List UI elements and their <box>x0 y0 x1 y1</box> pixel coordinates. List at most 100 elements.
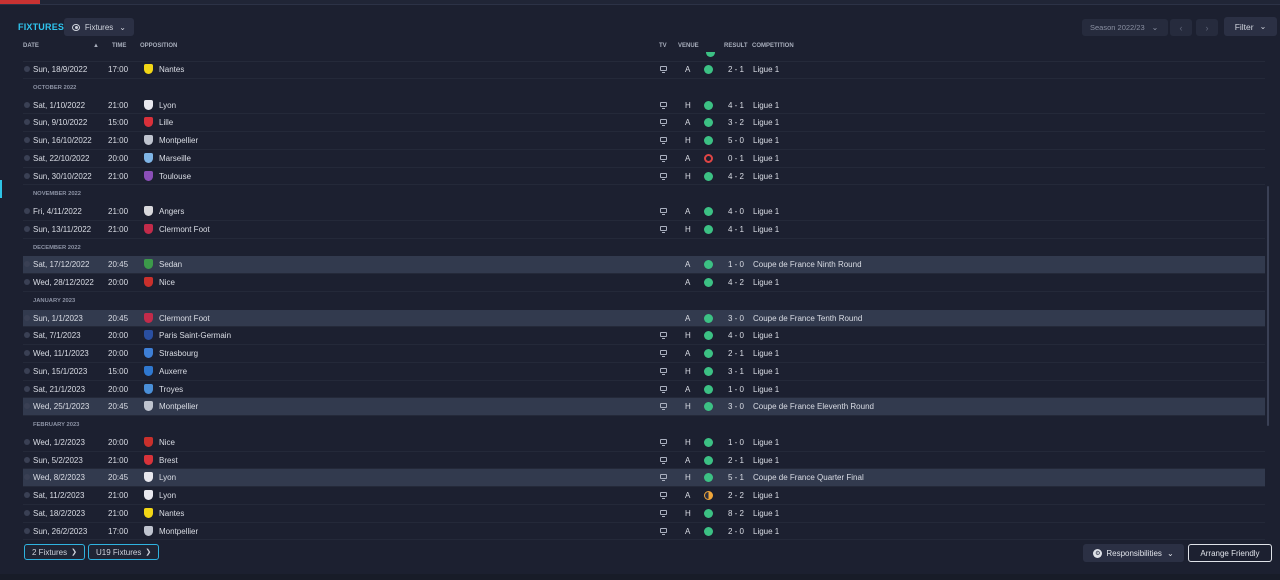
row-select-radio[interactable] <box>24 66 30 72</box>
arrange-friendly-button[interactable]: Arrange Friendly <box>1188 544 1272 562</box>
sort-ascending-icon[interactable]: ▲ <box>93 43 99 49</box>
opposition-name[interactable]: Nice <box>159 278 175 287</box>
row-select-radio[interactable] <box>24 119 30 126</box>
row-select-radio[interactable] <box>24 385 30 392</box>
club-crest-icon <box>144 206 153 216</box>
fixture-row[interactable]: Wed, 25/1/2023 20:45 Montpellier H 3 - 0 Coup… <box>23 398 1265 416</box>
fixture-row[interactable]: Sat, 1/10/2022 21:00 Lyon H 4 - 1 Ligue 1 <box>23 97 1265 115</box>
col-tv[interactable]: TV <box>659 43 667 49</box>
opposition-name[interactable]: Brest <box>159 456 178 465</box>
col-venue[interactable]: VENUE <box>678 43 699 49</box>
tv-icon <box>660 350 667 357</box>
score: 0 - 1 <box>728 153 745 163</box>
row-select-radio[interactable] <box>24 456 30 463</box>
opposition-name[interactable]: Auxerre <box>159 367 187 376</box>
row-select-radio[interactable] <box>24 438 30 445</box>
opposition-name[interactable]: Clermont Foot <box>159 314 210 323</box>
next-season-button[interactable]: › <box>1196 19 1218 36</box>
row-select-radio[interactable] <box>24 261 30 268</box>
club-crest-icon <box>144 383 153 394</box>
previous-season-button[interactable]: ‹ <box>1170 19 1192 36</box>
opposition-name[interactable]: Montpellier <box>159 402 198 411</box>
opposition-name[interactable]: Nice <box>159 438 175 447</box>
fixture-row[interactable]: Sat, 18/2/2023 21:00 Nantes H 8 - 2 Ligue 1 <box>23 505 1265 523</box>
opposition-name[interactable]: Marseille <box>159 154 191 163</box>
view-dropdown[interactable]: Fixtures ⌄ <box>64 18 134 36</box>
score: 1 - 0 <box>728 384 745 394</box>
fixture-row[interactable]: Sat, 17/12/2022 20:45 Sedan A 1 - 0 Coupe de … <box>23 256 1265 274</box>
fixture-row[interactable]: Sun, 15/1/2023 15:00 Auxerre H 3 - 1 Ligue 1 <box>23 363 1265 381</box>
opposition-name[interactable]: Montpellier <box>159 136 198 145</box>
season-selector[interactable]: Season 2022/23 ⌄ <box>1082 19 1168 36</box>
fixture-row[interactable]: Sun, 1/1/2023 20:45 Clermont Foot A 3 - 0 Cou… <box>23 309 1265 328</box>
competition: Ligue 1 <box>753 508 780 518</box>
competition: Ligue 1 <box>753 366 780 376</box>
fixture-row[interactable]: Sun, 18/9/2022 17:00 Nantes A 2 - 1 Ligue 1 <box>23 61 1265 79</box>
opposition-name[interactable]: Strasbourg <box>159 349 198 358</box>
competition: Ligue 1 <box>753 171 780 181</box>
fixture-row[interactable]: Sun, 26/2/2023 17:00 Montpellier A 2 - 0 Ligu… <box>23 523 1265 540</box>
opposition-name[interactable]: Nantes <box>159 65 184 74</box>
row-select-radio[interactable] <box>24 332 30 339</box>
fixture-row[interactable]: Sat, 7/1/2023 20:00 Paris Saint-Germain H 4 … <box>23 327 1265 345</box>
fixture-row[interactable]: Sun, 9/10/2022 15:00 Lille A 3 - 2 Ligue 1 <box>23 114 1265 132</box>
fixture-row[interactable]: Wed, 28/12/2022 20:00 Nice A 4 - 2 Ligue 1 <box>23 274 1265 292</box>
filter-button[interactable]: Filter ⌄ <box>1224 17 1277 36</box>
tv-icon <box>660 367 667 375</box>
fixture-row[interactable]: Fri, 4/11/2022 21:00 Angers A 4 - 0 Ligue 1 <box>23 203 1265 221</box>
scrollbar[interactable] <box>1267 186 1269 426</box>
tv-icon <box>660 137 667 144</box>
opposition-name[interactable]: Lyon <box>159 101 176 110</box>
chevron-down-icon: ⌄ <box>119 22 126 32</box>
row-select-radio[interactable] <box>24 509 30 516</box>
opposition-name[interactable]: Lille <box>159 118 173 127</box>
row-select-radio[interactable] <box>24 350 30 356</box>
opposition-name[interactable]: Montpellier <box>159 527 198 536</box>
row-select-radio[interactable] <box>24 314 30 321</box>
col-opposition[interactable]: OPPOSITION <box>140 43 177 49</box>
venue: H <box>685 402 691 412</box>
row-select-radio[interactable] <box>24 474 30 481</box>
fixture-row[interactable]: Sun, 5/2/2023 21:00 Brest A 2 - 1 Ligue 1 <box>23 452 1265 470</box>
opposition-name[interactable]: Paris Saint-Germain <box>159 331 231 340</box>
row-select-radio[interactable] <box>24 279 30 285</box>
fixture-row[interactable]: Sat, 21/1/2023 20:00 Troyes A 1 - 0 Ligue 1 <box>23 381 1265 399</box>
opposition-name[interactable]: Lyon <box>159 473 176 482</box>
two-fixtures-button[interactable]: 2 Fixtures ❯ <box>24 544 85 560</box>
row-select-radio[interactable] <box>24 492 30 498</box>
row-select-radio[interactable] <box>24 367 30 374</box>
row-select-radio[interactable] <box>24 403 30 410</box>
result-indicator <box>704 526 713 536</box>
row-select-radio[interactable] <box>24 101 30 108</box>
row-select-radio[interactable] <box>24 137 30 143</box>
col-time[interactable]: TIME <box>112 43 126 49</box>
tv-icon <box>660 101 667 109</box>
venue: A <box>685 260 691 270</box>
opposition-name[interactable]: Nantes <box>159 509 184 518</box>
u19-fixtures-button[interactable]: U19 Fixtures ❯ <box>88 544 160 560</box>
row-select-radio[interactable] <box>24 154 30 161</box>
fixture-row[interactable]: Sat, 11/2/2023 21:00 Lyon A 2 - 2 Ligue 1 <box>23 487 1265 505</box>
opposition-name[interactable]: Clermont Foot <box>159 225 210 234</box>
opposition-name[interactable]: Lyon <box>159 491 176 500</box>
row-select-radio[interactable] <box>24 208 30 214</box>
row-select-radio[interactable] <box>24 172 30 179</box>
fixture-row[interactable]: Sun, 16/10/2022 21:00 Montpellier H 5 - 0 Lig… <box>23 132 1265 150</box>
fixture-row[interactable]: Wed, 1/2/2023 20:00 Nice H 1 - 0 Ligue 1 <box>23 434 1265 452</box>
col-result[interactable]: RESULT <box>724 43 748 49</box>
score: 3 - 0 <box>728 313 745 323</box>
fixture-row[interactable]: Wed, 11/1/2023 20:00 Strasbourg A 2 - 1 Ligue… <box>23 345 1265 363</box>
responsibilities-button[interactable]: ⚙ Responsibilities ⌄ <box>1083 544 1184 562</box>
col-date[interactable]: DATE <box>23 43 39 49</box>
fixture-row[interactable]: Sun, 30/10/2022 21:00 Toulouse H 4 - 2 Ligue … <box>23 168 1265 186</box>
col-competition[interactable]: COMPETITION <box>752 43 794 49</box>
row-select-radio[interactable] <box>24 527 30 534</box>
opposition-name[interactable]: Sedan <box>159 260 182 269</box>
fixture-row[interactable]: Wed, 8/2/2023 20:45 Lyon H 5 - 1 Coupe de Fra… <box>23 469 1265 487</box>
opposition-name[interactable]: Troyes <box>159 385 183 394</box>
opposition-name[interactable]: Toulouse <box>159 172 191 181</box>
fixture-row[interactable]: Sun, 13/11/2022 21:00 Clermont Foot H 4 - 1 L… <box>23 221 1265 239</box>
opposition-name[interactable]: Angers <box>159 207 184 216</box>
row-select-radio[interactable] <box>24 225 30 232</box>
fixture-row[interactable]: Sat, 22/10/2022 20:00 Marseille A 0 - 1 Ligue… <box>23 150 1265 168</box>
